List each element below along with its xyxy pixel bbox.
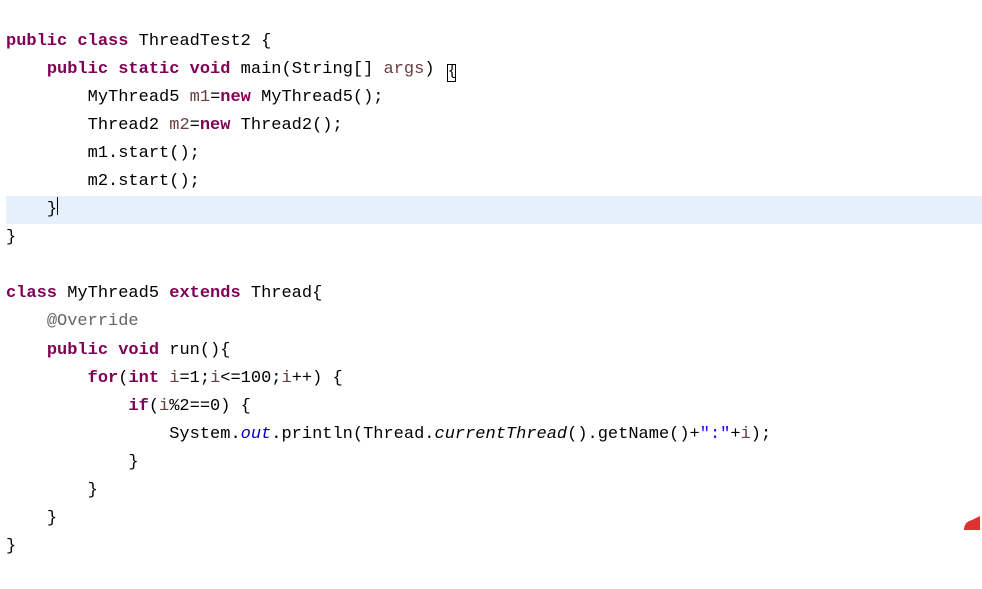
code-line: System.out.println(Thread.currentThread(… — [6, 421, 982, 449]
brace-close: } — [128, 453, 138, 472]
code-line: MyThread5 m1=new MyThread5(); — [6, 84, 982, 112]
class-name: ThreadTest2 — [139, 32, 251, 51]
code-line: if(i%2==0) { — [6, 393, 982, 421]
brace-close: } — [47, 509, 57, 528]
code-line: for(int i=1;i<=100;i++) { — [6, 365, 982, 393]
code-line: } — [6, 477, 982, 505]
method-name: run — [169, 341, 200, 360]
keyword-new: new — [200, 116, 231, 135]
param-type: String[] — [292, 60, 374, 79]
keyword-void: void — [190, 60, 231, 79]
code-line: @Override — [6, 308, 982, 336]
app-indicator-icon — [962, 516, 980, 530]
brace-close: } — [6, 228, 16, 247]
keyword-public: public — [47, 341, 108, 360]
code-line-highlighted: } — [6, 196, 982, 224]
method-name: main — [241, 60, 282, 79]
code-line — [6, 252, 982, 280]
keyword-public: public — [6, 32, 67, 51]
keyword-if: if — [128, 397, 148, 416]
keyword-static: static — [118, 60, 179, 79]
keyword-void: void — [118, 341, 159, 360]
keyword-new: new — [220, 88, 251, 107]
code-line: public void run(){ — [6, 337, 982, 365]
code-line: } — [6, 449, 982, 477]
code-line: public class ThreadTest2 { — [6, 28, 982, 56]
code-line: m1.start(); — [6, 140, 982, 168]
code-line: public static void main(String[] args) { — [6, 56, 982, 84]
param-name: args — [384, 60, 425, 79]
code-line: } — [6, 533, 982, 561]
keyword-int: int — [128, 369, 159, 388]
annotation-override: @Override — [47, 312, 139, 331]
keyword-extends: extends — [169, 284, 240, 303]
keyword-public: public — [47, 60, 108, 79]
code-line: Thread2 m2=new Thread2(); — [6, 112, 982, 140]
code-line: class MyThread5 extends Thread{ — [6, 280, 982, 308]
brace-open: { — [261, 32, 271, 51]
brace-close: } — [47, 200, 57, 219]
static-method-currentthread: currentThread — [435, 425, 568, 444]
code-line: m2.start(); — [6, 168, 982, 196]
keyword-class: class — [77, 32, 128, 51]
keyword-class: class — [6, 284, 57, 303]
keyword-for: for — [88, 369, 119, 388]
static-field-out: out — [241, 425, 272, 444]
cursor-marker: { — [447, 64, 456, 82]
code-line: } — [6, 505, 982, 533]
brace-close: } — [88, 481, 98, 500]
code-editor[interactable]: public class ThreadTest2 { public static… — [0, 0, 982, 589]
class-name: MyThread5 — [67, 284, 159, 303]
brace-close: } — [6, 537, 16, 556]
code-line: } — [6, 224, 982, 252]
string-literal: ":" — [700, 425, 731, 444]
